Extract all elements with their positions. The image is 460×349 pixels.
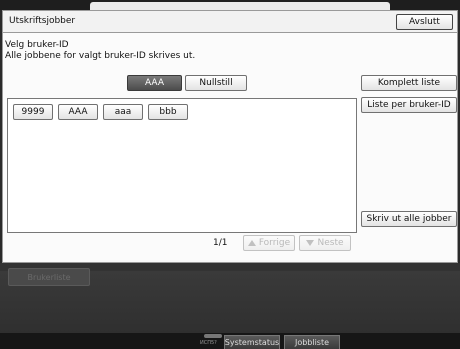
user-id-button-bbb[interactable]: bbb xyxy=(148,104,188,120)
next-page-button[interactable]: Neste xyxy=(299,235,351,251)
previous-page-button[interactable]: Forrige xyxy=(243,235,295,251)
down-arrow-icon xyxy=(306,240,315,246)
indicator-text: ИCП5? xyxy=(200,340,217,346)
title-bar: Utskriftsjobber Avslutt xyxy=(3,11,457,33)
tab-system-status[interactable]: Systemstatus xyxy=(224,335,280,349)
print-all-jobs-button[interactable]: Skriv ut alle jobber xyxy=(361,211,457,227)
page-indicator: 1/1 xyxy=(213,238,228,248)
page-title: Utskriftsjobber xyxy=(9,16,76,26)
selected-user-button[interactable]: AAA xyxy=(127,75,182,91)
tab-job-list[interactable]: Jobbliste xyxy=(284,335,340,349)
instruction-select-user: Velg bruker-ID xyxy=(5,40,69,50)
top-tab-edge xyxy=(90,2,390,10)
next-page-label: Neste xyxy=(317,238,344,248)
status-indicator xyxy=(204,334,222,338)
user-id-list: 9999 AAA aaa bbb xyxy=(7,98,357,233)
instruction-print-note: Alle jobbene for valgt bruker-ID skrives… xyxy=(5,51,196,61)
top-band xyxy=(0,0,460,10)
up-arrow-icon xyxy=(247,240,256,246)
previous-page-label: Forrige xyxy=(258,238,291,248)
print-jobs-panel: Utskriftsjobber Avslutt Velg bruker-ID A… xyxy=(2,10,458,263)
bottom-bar: ИCП5? Systemstatus Jobbliste xyxy=(0,333,460,349)
user-id-button-AAA[interactable]: AAA xyxy=(58,104,98,120)
user-id-button-aaa[interactable]: aaa xyxy=(103,104,143,120)
user-id-button-9999[interactable]: 9999 xyxy=(13,104,53,120)
reset-button[interactable]: Nullstill xyxy=(185,75,247,91)
full-list-button[interactable]: Komplett liste xyxy=(361,75,457,91)
dimmed-button: Brukerliste xyxy=(8,268,90,286)
list-per-user-button[interactable]: Liste per bruker-ID xyxy=(361,97,457,113)
exit-button[interactable]: Avslutt xyxy=(396,14,453,30)
